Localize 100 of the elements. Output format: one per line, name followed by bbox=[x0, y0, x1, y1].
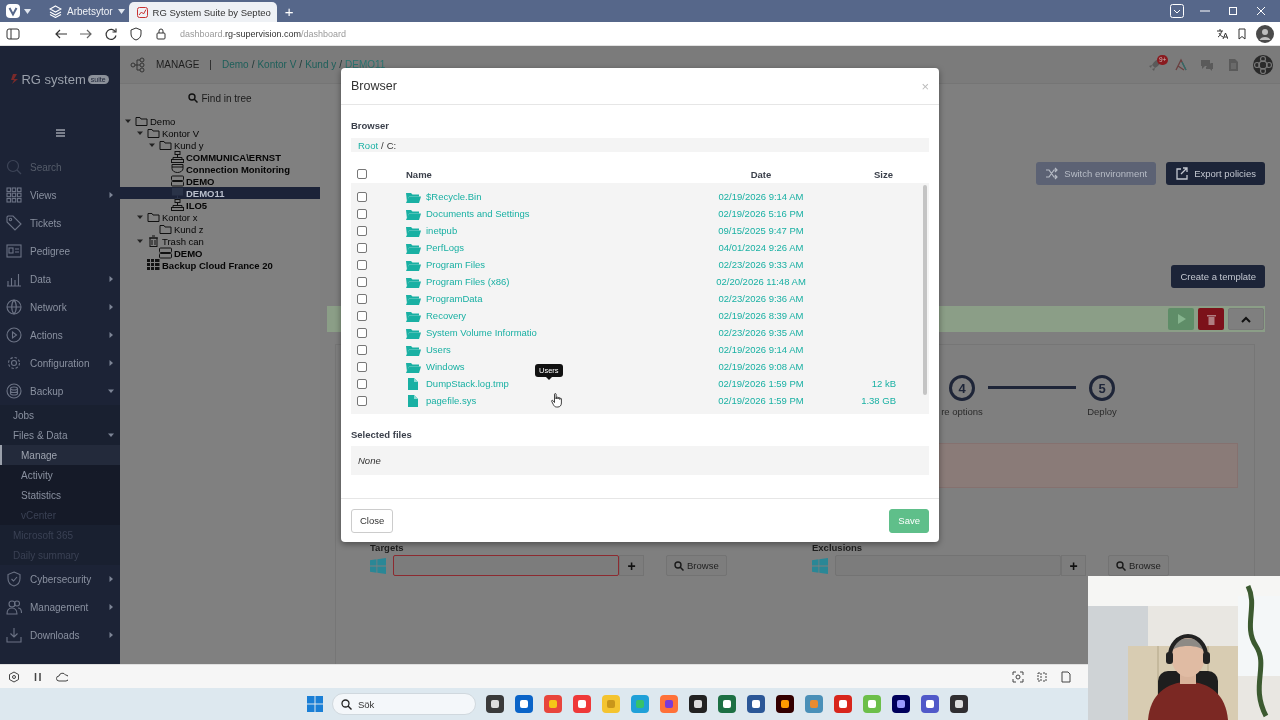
pause-icon[interactable] bbox=[32, 670, 44, 683]
shield-icon[interactable] bbox=[129, 26, 143, 41]
tree-item[interactable]: ILO5 bbox=[120, 199, 320, 211]
step-number[interactable]: 4 bbox=[949, 375, 975, 401]
browse-button[interactable]: Browse bbox=[666, 555, 727, 576]
browse-button[interactable]: Browse bbox=[1108, 555, 1169, 576]
app-icon[interactable] bbox=[746, 694, 766, 714]
switch-button[interactable]: Switch environment bbox=[1036, 162, 1157, 185]
tree-item[interactable]: Kund y bbox=[120, 139, 320, 151]
checkbox[interactable] bbox=[357, 327, 367, 338]
search-field[interactable]: Sök bbox=[332, 693, 476, 715]
sidebar-item[interactable]: Configuration bbox=[0, 349, 120, 377]
input-field[interactable] bbox=[393, 555, 619, 576]
delete-button[interactable] bbox=[1198, 308, 1224, 330]
section-label: Browser bbox=[351, 120, 390, 132]
sidebar-item[interactable]: Actions bbox=[0, 321, 120, 349]
menu-icon[interactable] bbox=[55, 128, 65, 137]
maximize-icon[interactable] bbox=[1226, 4, 1240, 18]
sidebar-item[interactable]: Tickets bbox=[0, 209, 120, 237]
checkbox[interactable] bbox=[357, 344, 367, 355]
new-tab-button[interactable]: + bbox=[278, 3, 300, 19]
folder-icon bbox=[406, 309, 421, 322]
start-icon[interactable] bbox=[307, 696, 323, 712]
folder-icon bbox=[159, 223, 172, 235]
page-icon[interactable] bbox=[1060, 670, 1072, 683]
sidebar-item[interactable]: Management bbox=[0, 593, 120, 621]
step-number[interactable]: 5 bbox=[1089, 375, 1115, 401]
checkbox[interactable] bbox=[357, 395, 367, 406]
lock-icon[interactable] bbox=[154, 26, 168, 41]
checkbox[interactable] bbox=[357, 276, 367, 287]
checkbox[interactable] bbox=[357, 259, 367, 270]
find-in-tree-button[interactable]: Find in tree bbox=[120, 84, 320, 112]
caret-icon bbox=[108, 576, 114, 582]
tree-item[interactable]: Kontor V bbox=[120, 127, 320, 139]
checkbox[interactable] bbox=[357, 191, 367, 202]
checkbox[interactable] bbox=[357, 293, 367, 304]
sidebar-item[interactable]: Cybersecurity bbox=[0, 565, 120, 593]
close-button[interactable]: Close bbox=[351, 508, 394, 533]
browser-tab[interactable]: RG System Suite by Septeo bbox=[128, 2, 277, 22]
sidebar-item[interactable]: Backup bbox=[0, 377, 120, 405]
checkbox[interactable] bbox=[357, 310, 367, 321]
scrollbar[interactable] bbox=[923, 185, 927, 395]
sidebar-item[interactable]: Pedigree bbox=[0, 237, 120, 265]
logo-mark-icon bbox=[11, 73, 20, 85]
sidebar-item[interactable]: Data bbox=[0, 265, 120, 293]
tree-item[interactable]: DEMO bbox=[120, 175, 320, 187]
tree-item[interactable]: Backup Cloud France 20 bbox=[120, 259, 320, 271]
sidebar-item[interactable]: Views bbox=[0, 181, 120, 209]
tree-item[interactable]: Trash can bbox=[120, 235, 320, 247]
create-template-button[interactable]: Create a template bbox=[1171, 265, 1265, 288]
bookmark-icon[interactable] bbox=[1236, 27, 1248, 40]
app-icon[interactable] bbox=[717, 694, 737, 714]
windows-icon bbox=[370, 557, 386, 574]
checkbox[interactable] bbox=[357, 242, 367, 253]
app-icon[interactable] bbox=[775, 694, 795, 714]
checkbox[interactable] bbox=[357, 169, 367, 179]
step-label: Deploy bbox=[1087, 406, 1117, 417]
capture-icon[interactable] bbox=[1012, 670, 1024, 683]
app-icon[interactable] bbox=[688, 694, 708, 714]
caret-icon bbox=[108, 192, 114, 198]
reload-icon[interactable] bbox=[104, 26, 118, 41]
tree-item[interactable]: Kund z bbox=[120, 223, 320, 235]
close-icon[interactable] bbox=[1254, 4, 1268, 18]
avatar-icon[interactable] bbox=[1256, 24, 1274, 43]
checkbox[interactable] bbox=[357, 378, 367, 389]
app-icon[interactable] bbox=[891, 694, 911, 714]
size-cell-text: 12 kB bbox=[870, 378, 897, 389]
tree-item[interactable]: Kontor x bbox=[120, 211, 320, 223]
collapse-button[interactable] bbox=[1228, 308, 1264, 330]
cloud-icon[interactable] bbox=[56, 670, 68, 683]
sidebar-item[interactable]: Downloads bbox=[0, 621, 120, 649]
sidebar-item[interactable]: Network bbox=[0, 293, 120, 321]
settings-icon[interactable] bbox=[1252, 53, 1274, 76]
url-text[interactable]: dashboard.rg-supervision.com/dashboard bbox=[180, 28, 347, 39]
sidebar-toggle-icon[interactable] bbox=[6, 26, 20, 41]
app-icon[interactable] bbox=[949, 694, 969, 714]
tree-item[interactable]: Connection Monitoring bbox=[120, 163, 320, 175]
tab-list-icon[interactable] bbox=[1170, 4, 1184, 18]
workspace-button[interactable]: Arbetsytor bbox=[45, 0, 129, 22]
add-button[interactable]: + bbox=[1061, 555, 1086, 576]
layers-icon bbox=[49, 4, 62, 18]
hexagon-icon[interactable] bbox=[8, 670, 20, 683]
tree-item[interactable]: Demo bbox=[120, 115, 320, 127]
browser-logo-icon[interactable] bbox=[6, 4, 20, 18]
sidebar-item[interactable]: Statistics bbox=[0, 485, 120, 505]
translate-icon[interactable] bbox=[1216, 27, 1228, 40]
add-button[interactable]: + bbox=[619, 555, 644, 576]
checkbox[interactable] bbox=[357, 225, 367, 236]
sidebar-item[interactable]: Manage bbox=[0, 445, 120, 465]
tree-item[interactable]: DEMO11 bbox=[120, 187, 320, 199]
tree-item[interactable]: DEMO bbox=[120, 247, 320, 259]
sidebar-item[interactable]: Activity bbox=[0, 465, 120, 485]
checkbox[interactable] bbox=[357, 208, 367, 219]
play-icon bbox=[1176, 314, 1186, 324]
tree-item[interactable]: COMMUNICA\ERNST bbox=[120, 151, 320, 163]
checkbox[interactable] bbox=[357, 361, 367, 372]
app-icon[interactable] bbox=[485, 694, 505, 714]
export-button[interactable]: Export policies bbox=[1166, 162, 1265, 185]
date-cell-text: 02/19/2026 5:16 PM bbox=[717, 208, 805, 219]
tile-icon[interactable] bbox=[1036, 670, 1048, 683]
